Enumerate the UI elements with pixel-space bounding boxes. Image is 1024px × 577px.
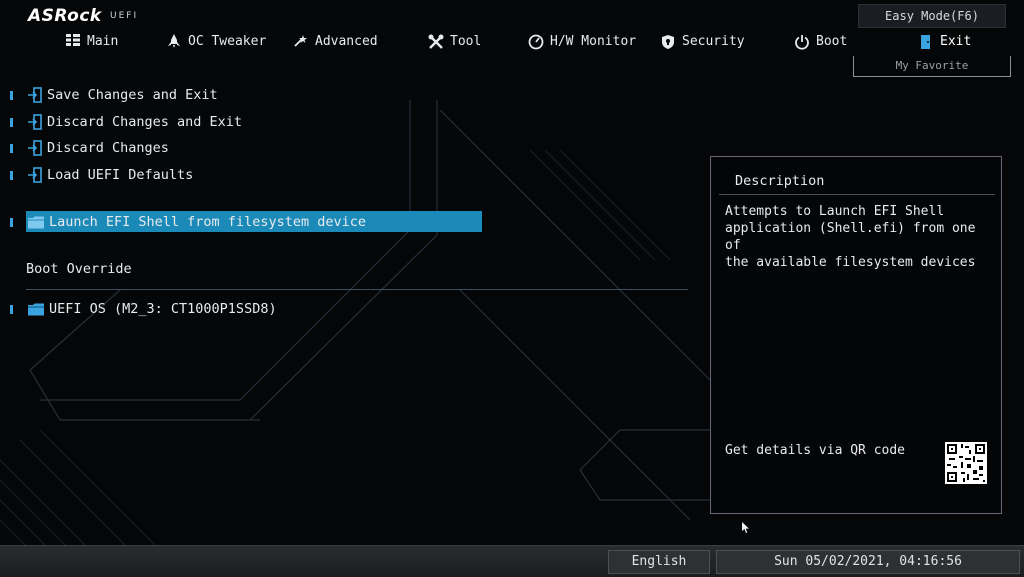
discard-changes-exit-item[interactable]: Discard Changes and Exit [10, 111, 242, 133]
tab-hw-monitor-label: H/W Monitor [550, 33, 637, 49]
item-bullet [10, 304, 13, 314]
mouse-cursor-icon [742, 522, 749, 533]
grid-icon [65, 34, 81, 48]
my-favorite-button[interactable]: My Favorite [853, 56, 1011, 77]
wrench-icon [428, 34, 444, 49]
qr-code-label: Get details via QR code [725, 443, 906, 458]
tab-main[interactable]: Main [65, 30, 118, 52]
tab-boot-label: Boot [816, 33, 848, 49]
asrock-logo: ASRock [28, 6, 102, 26]
uefi-label: UEFI [110, 11, 139, 21]
launch-efi-shell-item[interactable]: Launch EFI Shell from filesystem device [10, 211, 366, 233]
load-uefi-defaults-label: Load UEFI Defaults [47, 167, 194, 183]
tab-hw-monitor[interactable]: H/W Monitor [528, 30, 636, 52]
description-divider [719, 194, 995, 195]
tab-oc-tweaker-label: OC Tweaker [188, 33, 267, 49]
datetime-display: Sun 05/02/2021, 04:16:56 [716, 550, 1020, 574]
monitor-gauge-icon [528, 34, 544, 50]
tab-security[interactable]: Security [660, 30, 745, 52]
item-bullet [10, 143, 13, 153]
power-icon [794, 34, 810, 50]
exit-arrow-icon [28, 87, 42, 103]
tab-exit-label: Exit [940, 33, 972, 49]
tab-oc-tweaker[interactable]: OC Tweaker [166, 30, 266, 52]
boot-override-heading: Boot Override [26, 261, 132, 277]
folder-icon [28, 303, 44, 315]
description-title: Description [735, 173, 825, 189]
item-bullet [10, 170, 13, 180]
discard-changes-label: Discard Changes [47, 140, 169, 156]
easy-mode-button[interactable]: Easy Mode(F6) [858, 4, 1006, 28]
tab-boot[interactable]: Boot [794, 30, 847, 52]
exit-door-icon [918, 34, 934, 49]
item-bullet [10, 117, 13, 127]
tab-main-label: Main [87, 33, 119, 49]
item-bullet [10, 217, 13, 227]
star-icon [293, 34, 309, 48]
discard-changes-exit-label: Discard Changes and Exit [47, 114, 243, 130]
tab-exit[interactable]: Exit [918, 30, 971, 52]
shield-icon [660, 34, 676, 49]
tab-tool-label: Tool [450, 33, 482, 49]
discard-changes-item[interactable]: Discard Changes [10, 137, 169, 159]
tab-advanced[interactable]: Advanced [293, 30, 378, 52]
uefi-os-boot-label: UEFI OS (M2_3: CT1000P1SSD8) [49, 301, 277, 317]
description-text: Attempts to Launch EFI Shell application… [725, 204, 976, 270]
tab-tool[interactable]: Tool [428, 30, 481, 52]
save-changes-exit-item[interactable]: Save Changes and Exit [10, 84, 218, 106]
tab-advanced-label: Advanced [315, 33, 378, 49]
uefi-os-boot-item[interactable]: UEFI OS (M2_3: CT1000P1SSD8) [10, 298, 277, 320]
load-uefi-defaults-item[interactable]: Load UEFI Defaults [10, 164, 193, 186]
folder-icon [28, 216, 44, 228]
description-panel: Description Attempts to Launch EFI Shell… [710, 156, 1002, 514]
exit-arrow-icon [28, 140, 42, 156]
exit-arrow-icon [28, 114, 42, 130]
exit-arrow-icon [28, 167, 42, 183]
tab-security-label: Security [682, 33, 745, 49]
language-button[interactable]: English [608, 550, 710, 574]
launch-efi-shell-label: Launch EFI Shell from filesystem device [49, 214, 366, 230]
boot-override-divider [26, 289, 688, 290]
rocket-icon [166, 34, 182, 48]
item-bullet [10, 90, 13, 100]
save-changes-exit-label: Save Changes and Exit [47, 87, 218, 103]
qr-code-icon [945, 442, 987, 484]
